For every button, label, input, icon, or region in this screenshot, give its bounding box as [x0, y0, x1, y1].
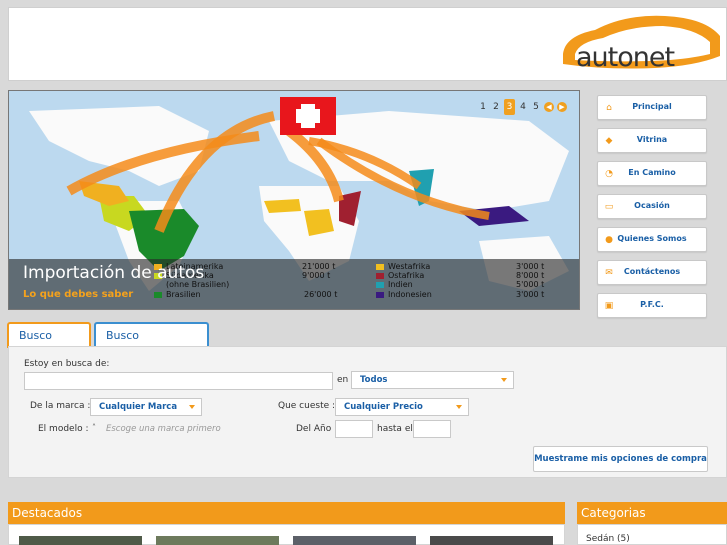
year-to-input[interactable]	[413, 420, 451, 438]
featured-thumb[interactable]	[19, 536, 142, 545]
pager-page-2[interactable]: 2	[491, 102, 501, 112]
pager-page-3[interactable]: 3	[504, 99, 515, 115]
nav-item-vitrina[interactable]: ◆ Vitrina	[597, 128, 707, 153]
legend-value: 5'000 t	[516, 280, 545, 289]
nav-item-principal[interactable]: ⌂ Principal	[597, 95, 707, 120]
tab-busco-autopartes[interactable]: Busco Autopartes	[94, 322, 209, 366]
categories-header: Categorias	[577, 502, 727, 524]
category-item[interactable]: Sedán (5)	[586, 534, 630, 544]
looking-for-label: Estoy en busca de:	[24, 359, 110, 369]
legend-value: 3'000 t	[516, 290, 545, 299]
nav-item-contactenos[interactable]: ✉ Contáctenos	[597, 260, 707, 285]
tab-busco-auto[interactable]: Busco Auto	[7, 322, 91, 366]
in-label: en	[337, 375, 349, 385]
hero-slider[interactable]: 1 2 3 4 5 ◀ ▶ Lateinamerika 21'000 t Süd…	[8, 90, 580, 310]
featured-thumb[interactable]	[430, 536, 553, 545]
logo-text: autonet	[576, 42, 675, 73]
featured-header: Destacados	[8, 502, 565, 524]
legend-item: Brasilien	[154, 290, 201, 299]
legend-value: 21'000 t	[302, 262, 336, 271]
year-from-input[interactable]	[335, 420, 373, 438]
legend-value: 26'000 t	[304, 290, 338, 299]
featured-thumb[interactable]	[156, 536, 279, 545]
nav-item-quienes-somos[interactable]: ● Quienes Somos	[597, 227, 707, 252]
brand-select[interactable]: Cualquier Marca	[90, 398, 202, 416]
nav-item-en-camino[interactable]: ◔ En Camino	[597, 161, 707, 186]
legend-item: Indonesien	[376, 290, 432, 299]
search-submit-button[interactable]: Muestrame mis opciones de compra	[533, 446, 708, 472]
slide-subtitle[interactable]: Lo que debes saber	[23, 289, 133, 300]
legend-value: 9'000 t	[302, 271, 331, 280]
model-hint: Escoge una marca primero	[106, 424, 221, 434]
side-nav: ⌂ Principal ◆ Vitrina ◔ En Camino ▭ Ocasión …	[597, 95, 707, 326]
featured-thumb[interactable]	[293, 536, 416, 545]
price-select[interactable]: Cualquier Precio	[335, 398, 469, 416]
slider-pager: 1 2 3 4 5 ◀ ▶	[478, 99, 567, 115]
chevron-down-icon	[456, 405, 462, 409]
model-label: El modelo :	[38, 424, 89, 434]
pager-page-1[interactable]: 1	[478, 102, 488, 112]
search-input[interactable]	[24, 372, 333, 390]
legend-item: Indien	[376, 280, 413, 289]
featured-panel	[8, 524, 565, 545]
legend-item: Westafrika	[376, 262, 430, 271]
legend-value: 8'000 t	[516, 271, 545, 280]
year-from-label: Del Año	[296, 424, 332, 434]
chevron-down-icon	[189, 405, 195, 409]
slider-caption: Lateinamerika 21'000 t Südamerika 9'000 …	[9, 259, 579, 309]
chevron-up-icon: ˄	[92, 423, 96, 432]
nav-item-ocasion[interactable]: ▭ Ocasión	[597, 194, 707, 219]
chevron-down-icon	[501, 378, 507, 382]
next-arrow-icon[interactable]: ▶	[557, 102, 567, 112]
category-select[interactable]: Todos	[351, 371, 514, 389]
brand-label: De la marca :	[30, 401, 91, 411]
pager-page-5[interactable]: 5	[531, 102, 541, 112]
legend-value: 3'000 t	[516, 262, 545, 271]
nav-item-pfc[interactable]: ▣ P.F.C.	[597, 293, 707, 318]
categories-panel: Sedán (5)	[577, 524, 727, 545]
legend-item: Ostafrika	[376, 271, 424, 280]
year-to-label: hasta el	[377, 424, 413, 434]
price-label: Que cueste :	[278, 401, 336, 411]
slide-title[interactable]: Importación de autos	[23, 263, 204, 283]
pager-page-4[interactable]: 4	[518, 102, 528, 112]
prev-arrow-icon[interactable]: ◀	[544, 102, 554, 112]
